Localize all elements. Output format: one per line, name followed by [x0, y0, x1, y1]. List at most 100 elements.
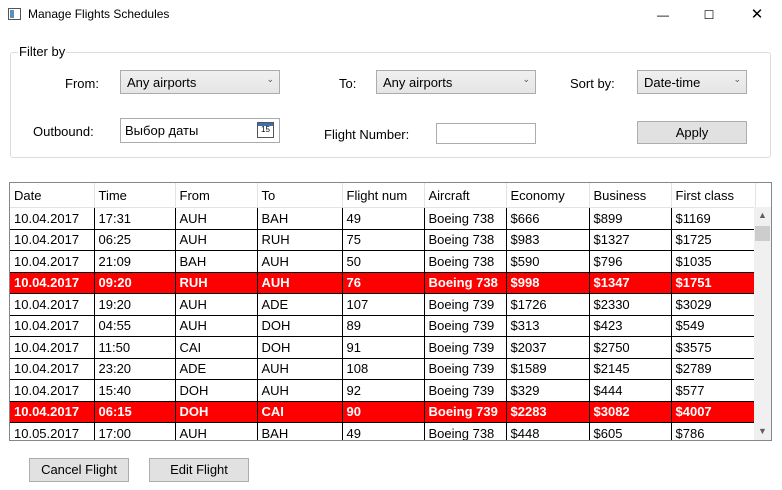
table-row[interactable]: 10.04.2017 15:40 DOH AUH 92 Boeing 739 $329 $44…	[10, 379, 756, 402]
flight-number-input[interactable]	[436, 123, 536, 144]
table-cell: Boeing 738	[424, 250, 507, 273]
edit-flight-button[interactable]: Edit Flight	[149, 458, 249, 482]
table-cell: Boeing 738	[424, 272, 507, 294]
scroll-thumb[interactable]	[755, 226, 770, 241]
table-cell: AUH	[175, 229, 258, 251]
scroll-down-icon[interactable]: ▼	[754, 423, 771, 440]
outbound-label: Outbound:	[33, 124, 94, 139]
table-cell: 108	[342, 358, 425, 380]
maximize-button[interactable]: ☐	[686, 0, 732, 30]
table-cell: 49	[342, 207, 425, 230]
table-cell: AUH	[257, 272, 343, 294]
table-row[interactable]: 10.04.2017 11:50 CAI DOH 91 Boeing 739 $2037 $2…	[10, 336, 756, 359]
table-row[interactable]: 10.04.2017 09:20 RUH AUH 76 Boeing 738 $998 $13…	[10, 272, 756, 294]
minimize-button[interactable]: —	[640, 0, 686, 30]
table-cell: AUH	[175, 293, 258, 316]
table-cell: BAH	[257, 207, 343, 230]
from-select[interactable]: Any airports ⌄	[120, 70, 280, 94]
table-cell: $983	[506, 229, 590, 251]
table-cell: 10.04.2017	[10, 401, 95, 423]
table-cell: 09:20	[94, 272, 176, 294]
table-cell: AUH	[257, 379, 343, 402]
table-cell: AUH	[257, 250, 343, 273]
table-cell: RUH	[175, 272, 258, 294]
table-row[interactable]: 10.04.2017 06:25 AUH RUH 75 Boeing 738 $983 $13…	[10, 229, 756, 251]
table-cell: ADE	[175, 358, 258, 380]
calendar-icon[interactable]: 15	[257, 122, 274, 138]
column-header[interactable]: Business	[589, 183, 672, 208]
table-cell: $1726	[506, 293, 590, 316]
scroll-up-icon[interactable]: ▲	[754, 207, 771, 224]
to-label: To:	[339, 76, 357, 91]
title-bar: Manage Flights Schedules — ☐ ✕	[0, 0, 782, 30]
from-label: From:	[65, 76, 99, 91]
table-cell: 10.04.2017	[10, 272, 95, 294]
table-cell: $3029	[671, 293, 756, 316]
column-header[interactable]: Aircraft	[424, 183, 507, 208]
table-cell: $1327	[589, 229, 672, 251]
table-cell: $2283	[506, 401, 590, 423]
to-select[interactable]: Any airports ⌄	[376, 70, 536, 94]
table-cell: $2145	[589, 358, 672, 380]
column-header[interactable]: Flight num	[342, 183, 425, 208]
column-header[interactable]: Economy	[506, 183, 590, 208]
table-cell: Boeing 739	[424, 358, 507, 380]
table-cell: 92	[342, 379, 425, 402]
table-cell: 21:09	[94, 250, 176, 273]
table-cell: Boeing 739	[424, 315, 507, 337]
table-cell: RUH	[257, 229, 343, 251]
table-cell: 19:20	[94, 293, 176, 316]
table-cell: 10.05.2017	[10, 422, 95, 440]
table-row[interactable]: 10.05.2017 17:00 AUH BAH 49 Boeing 738 $448 $60…	[10, 422, 756, 440]
table-cell: $796	[589, 250, 672, 273]
close-button[interactable]: ✕	[734, 0, 780, 30]
table-cell: 06:15	[94, 401, 176, 423]
sort-select[interactable]: Date-time ⌄	[637, 70, 747, 94]
table-cell: 10.04.2017	[10, 207, 95, 230]
table-cell: 10.04.2017	[10, 358, 95, 380]
table-cell: 15:40	[94, 379, 176, 402]
table-cell: 04:55	[94, 315, 176, 337]
table-cell: DOH	[175, 401, 258, 423]
chevron-down-icon: ⌄	[522, 74, 530, 84]
table-row[interactable]: 10.04.2017 17:31 AUH BAH 49 Boeing 738 $666 $89…	[10, 207, 756, 230]
sort-select-value: Date-time	[644, 75, 701, 90]
column-header[interactable]: Date	[10, 183, 95, 208]
table-cell: 10.04.2017	[10, 379, 95, 402]
column-header[interactable]: From	[175, 183, 258, 208]
table-cell: $329	[506, 379, 590, 402]
column-header[interactable]: To	[257, 183, 343, 208]
table-cell: $2037	[506, 336, 590, 359]
outbound-date-picker[interactable]: Выбор даты 15	[120, 118, 280, 143]
table-cell: BAH	[175, 250, 258, 273]
table-cell: $1751	[671, 272, 756, 294]
table-cell: $2750	[589, 336, 672, 359]
table-cell: 50	[342, 250, 425, 273]
table-cell: 91	[342, 336, 425, 359]
table-cell: $998	[506, 272, 590, 294]
table-row[interactable]: 10.04.2017 04:55 AUH DOH 89 Boeing 739 $313 $42…	[10, 315, 756, 337]
apply-button[interactable]: Apply	[637, 121, 747, 144]
table-row[interactable]: 10.04.2017 23:20 ADE AUH 108 Boeing 739 $1589 $…	[10, 358, 756, 380]
filter-legend: Filter by	[18, 44, 67, 59]
table-cell: $666	[506, 207, 590, 230]
table-cell: 107	[342, 293, 425, 316]
chevron-down-icon: ⌄	[733, 74, 741, 84]
table-cell: CAI	[257, 401, 343, 423]
table-cell: 89	[342, 315, 425, 337]
table-cell: $3082	[589, 401, 672, 423]
table-cell: ADE	[257, 293, 343, 316]
vertical-scrollbar[interactable]: ▲ ▼	[754, 207, 771, 440]
table-cell: 76	[342, 272, 425, 294]
column-header[interactable]: Time	[94, 183, 176, 208]
table-row[interactable]: 10.04.2017 19:20 AUH ADE 107 Boeing 739 $1726 $…	[10, 293, 756, 316]
table-cell: AUH	[175, 422, 258, 440]
table-cell: $549	[671, 315, 756, 337]
table-row[interactable]: 10.04.2017 06:15 DOH CAI 90 Boeing 739 $2283 $3…	[10, 401, 756, 423]
column-header[interactable]: First class	[671, 183, 756, 208]
flights-table: Date Time From To Flight num Aircraft Economy B…	[10, 183, 756, 440]
table-row[interactable]: 10.04.2017 21:09 BAH AUH 50 Boeing 738 $590 $79…	[10, 250, 756, 273]
table-cell: CAI	[175, 336, 258, 359]
chevron-down-icon: ⌄	[266, 74, 274, 84]
cancel-flight-button[interactable]: Cancel Flight	[29, 458, 129, 482]
